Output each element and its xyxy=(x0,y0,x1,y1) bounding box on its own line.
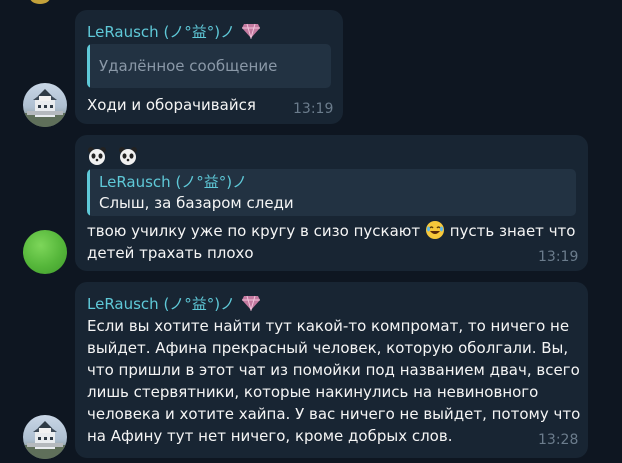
gem-icon xyxy=(241,23,261,43)
reply-sender: LeRausch (ノ°益°)ノ xyxy=(99,173,248,191)
castle-image xyxy=(23,89,67,127)
sender-name[interactable]: LeRausch (ノ°益°)ノ xyxy=(87,21,261,43)
message-text-line: что пришли в этот чат из помойки под наз… xyxy=(87,361,580,379)
message-text-part: пусть знает что xyxy=(449,222,576,240)
partial-avatar xyxy=(30,0,50,4)
deleted-reply[interactable]: Удалённое сообщение xyxy=(87,44,331,88)
message-bubble[interactable]: LeRausch (ノ°益°)ノ Если вы хотите найти ту… xyxy=(75,282,588,458)
message-bubble[interactable]: LeRausch (ノ°益°)ノ Удалённое сообщение Ход… xyxy=(75,10,343,124)
reply-bar xyxy=(87,169,90,216)
reply-text: Слыш, за базаром следи xyxy=(99,194,294,212)
reply-quote[interactable]: LeRausch (ノ°益°)ノ Слыш, за базаром следи xyxy=(87,169,576,216)
message-time: 13:19 xyxy=(538,249,579,265)
message-text-line: человека и хотите хайпа. У вас ничего не… xyxy=(87,405,581,423)
message-text-part: твою училку уже по кругу в сизо пускают xyxy=(87,222,421,240)
message-text-line: на Афину тут нет ничего, кроме добрых сл… xyxy=(87,427,453,445)
message-text-line: детей трахать плохо xyxy=(87,244,254,262)
avatar[interactable] xyxy=(23,83,67,127)
gem-icon xyxy=(241,295,261,315)
message-time: 13:19 xyxy=(293,101,334,117)
sender-name-text: LeRausch (ノ°益°)ノ xyxy=(87,23,236,41)
sender-name[interactable]: LeRausch (ノ°益°)ノ xyxy=(87,293,261,315)
message-text: Ходи и оборачивайся xyxy=(87,96,256,114)
message-time: 13:28 xyxy=(538,432,579,448)
message-text-line: выйдет. Афина прекрасный человек, котору… xyxy=(87,339,569,357)
message-bubble[interactable]: LeRausch (ノ°益°)ノ Слыш, за базаром следи … xyxy=(75,135,588,271)
reply-bar xyxy=(87,44,90,88)
message-text-line: Если вы хотите найти тут какой-то компро… xyxy=(87,317,570,335)
avatar[interactable] xyxy=(23,415,67,459)
laughing-emoji xyxy=(425,220,445,246)
message-text-line: лишь стервятники, которые накинулись на … xyxy=(87,383,539,401)
castle-image xyxy=(23,421,67,459)
avatar[interactable] xyxy=(23,230,67,274)
sender-name-text: LeRausch (ノ°益°)ノ xyxy=(87,295,236,313)
reply-text: Удалённое сообщение xyxy=(99,57,278,75)
